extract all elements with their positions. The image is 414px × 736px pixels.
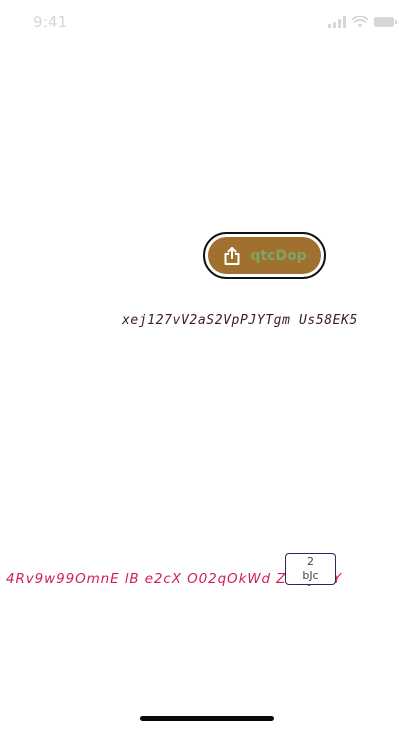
home-indicator[interactable] (140, 716, 274, 721)
mini-box[interactable]: 2 bJc (285, 553, 336, 585)
share-button[interactable]: qtcDop (203, 232, 326, 279)
status-icons (328, 15, 398, 29)
mono-text: xej127vV2aS2VpPJYTgm Us58EK5 (122, 313, 358, 328)
share-button-label: qtcDop (250, 247, 307, 264)
signal-icon (328, 16, 346, 28)
share-icon (222, 246, 242, 266)
mini-box-top: 2 (307, 555, 314, 568)
status-bar: 9:41 (0, 0, 414, 44)
mini-box-bottom: bJc (302, 569, 319, 582)
status-time: 9:41 (33, 13, 68, 31)
battery-icon (374, 16, 398, 28)
wifi-icon (352, 16, 368, 28)
share-button-body[interactable]: qtcDop (208, 237, 321, 274)
